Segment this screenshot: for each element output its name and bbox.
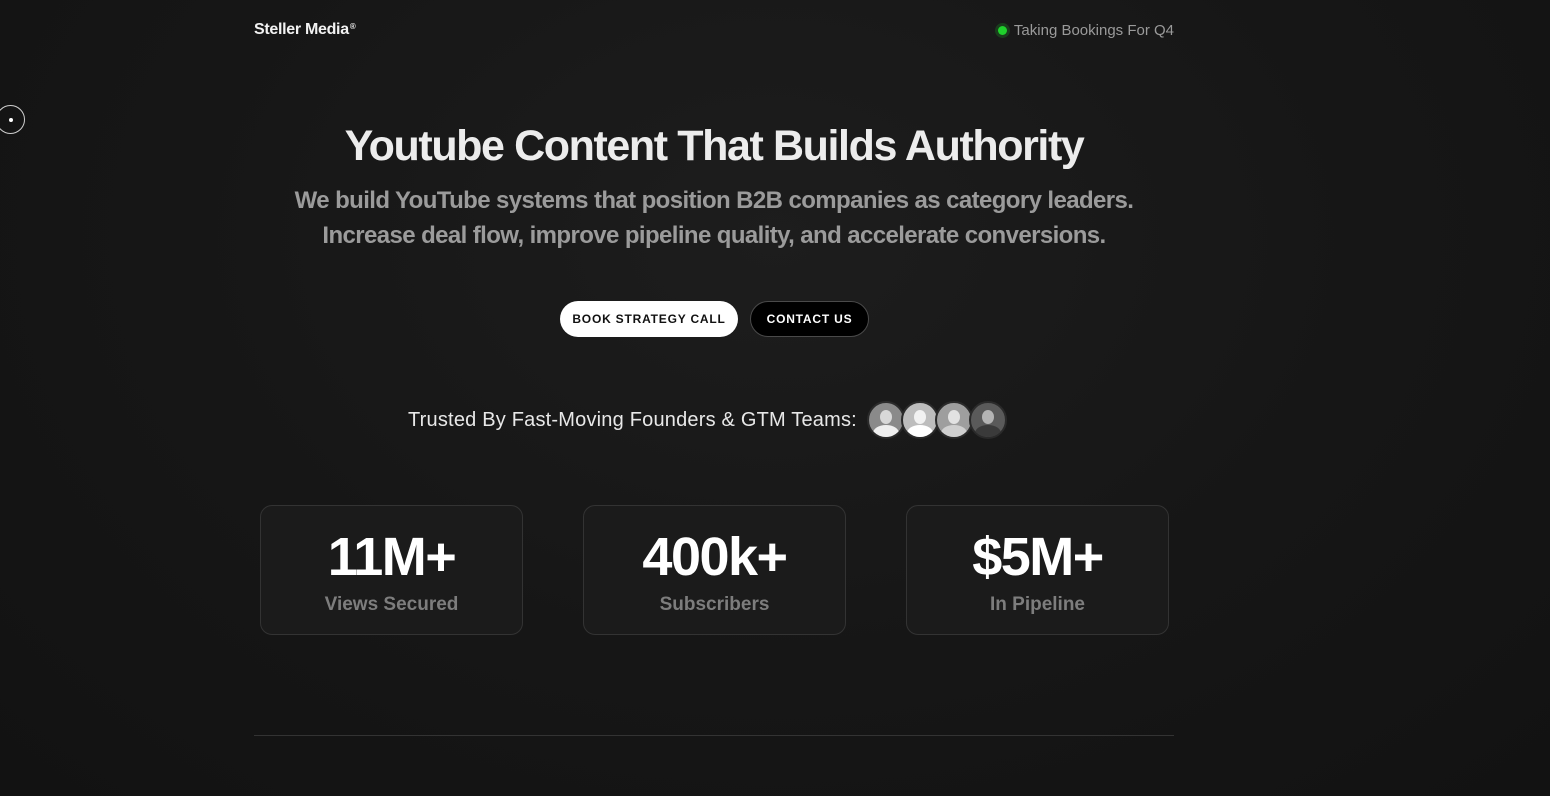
hero-subtitle-line-2: Increase deal flow, improve pipeline qua…	[322, 222, 1106, 249]
hero-subtitle: We build YouTube systems that position B…	[240, 183, 1188, 253]
registered-mark: ®	[349, 22, 356, 31]
stat-label: In Pipeline	[989, 594, 1086, 615]
hero-subtitle-line-1: We build YouTube systems that position B…	[294, 187, 1134, 214]
stat-card-views: 11M+ Views Secured	[260, 505, 523, 635]
avatar	[900, 401, 939, 439]
booking-status-text: Taking Bookings For Q4	[1013, 21, 1174, 39]
trusted-by: Trusted By Fast-Moving Founders & GTM Te…	[408, 401, 1007, 439]
stats-row: 11M+ Views Secured 400k+ Subscribers $5M…	[260, 505, 1169, 635]
stat-card-pipeline: $5M+ In Pipeline	[906, 505, 1169, 635]
avatar	[968, 401, 1007, 439]
status-dot-icon	[997, 25, 1007, 35]
logo-text: Steller Media	[254, 21, 349, 38]
avatar	[866, 401, 905, 439]
trusted-by-text: Trusted By Fast-Moving Founders & GTM Te…	[408, 408, 857, 431]
booking-status: Taking Bookings For Q4	[997, 21, 1174, 39]
book-strategy-call-button[interactable]: BOOK STRATEGY CALL	[560, 301, 738, 337]
contact-us-button[interactable]: CONTACT US	[750, 301, 869, 337]
section-divider	[254, 735, 1174, 736]
stat-value: 11M+	[327, 527, 457, 587]
stat-value: $5M+	[972, 527, 1104, 587]
avatar-group	[866, 401, 1007, 439]
top-nav: Steller Media ® Taking Bookings For Q4	[254, 18, 1174, 42]
avatar	[934, 401, 973, 439]
page: Steller Media ® Taking Bookings For Q4 Yo…	[0, 0, 1550, 796]
stat-label: Subscribers	[659, 594, 770, 615]
hero-title: Youtube Content That Builds Authority	[344, 122, 1085, 170]
stat-value: 400k+	[642, 527, 788, 587]
cta-row: BOOK STRATEGY CALL CONTACT US	[560, 301, 869, 337]
stat-card-subscribers: 400k+ Subscribers	[583, 505, 846, 635]
logo[interactable]: Steller Media ®	[254, 21, 356, 39]
stat-label: Views Secured	[324, 594, 459, 615]
